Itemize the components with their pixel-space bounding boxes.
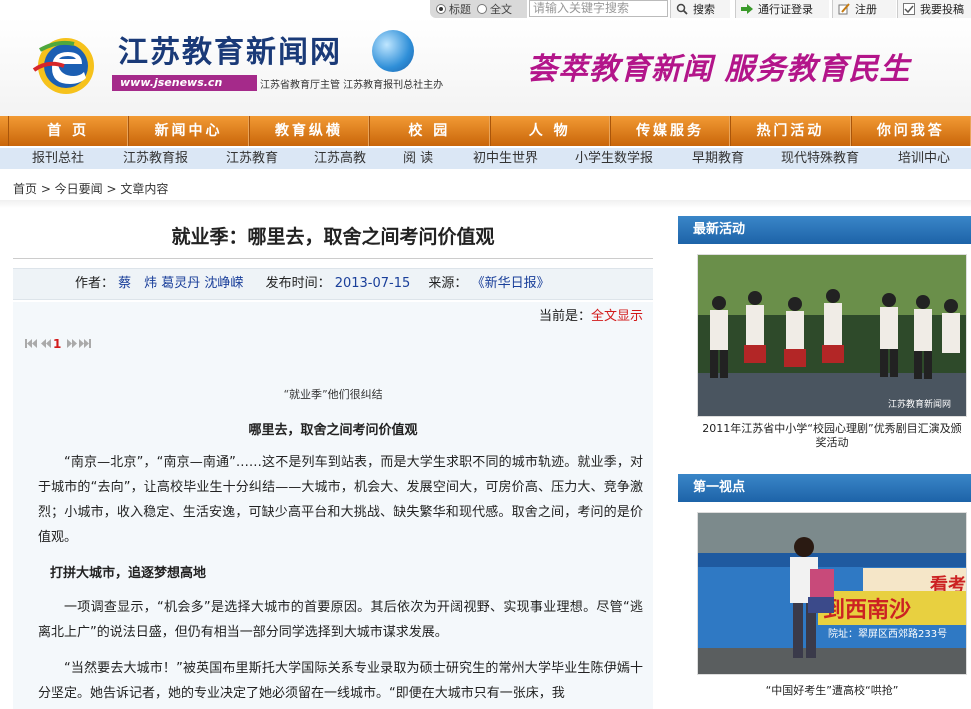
sponsor-text: 江苏省教育厅主管 江苏教育报刊总社主办 <box>260 80 444 91</box>
radio-dot-icon <box>436 4 446 14</box>
site-logo-e-icon[interactable] <box>30 30 100 100</box>
site-header: 江苏教育新闻网 www.jsenews.cn 江苏省教育厅主管 江苏教育报刊总社… <box>0 18 971 116</box>
time-label: 发布时间： <box>265 276 331 291</box>
article-title: 就业季：哪里去，取舍之间考问价值观 <box>171 226 495 248</box>
latest-activities-header[interactable]: 最新活动 <box>678 216 971 244</box>
register-button[interactable]: 注册 <box>832 0 896 18</box>
sub-nav: 报刊总社 江苏教育报 江苏教育 江苏高教 阅 读 初中生世界 小学生数学报 早期… <box>0 147 971 169</box>
nav-media-service[interactable]: 传媒服务 <box>609 116 731 146</box>
subnav-training-center[interactable]: 培训中心 <box>898 148 950 170</box>
subnav-primary-math[interactable]: 小学生数学报 <box>575 148 653 170</box>
search-button-label: 搜索 <box>693 3 715 16</box>
radio-fulltext[interactable]: 全文 <box>477 1 512 17</box>
paragraph-2: 一项调查显示，“机会多”是选择大城市的首要原因。其后依次为开阔视野、实现事业理想… <box>38 600 643 640</box>
nav-campus[interactable]: 校 园 <box>369 116 490 146</box>
passport-login-button[interactable]: 通行证登录 <box>735 0 829 18</box>
source-name[interactable]: 《新华日报》 <box>472 276 550 291</box>
nav-people[interactable]: 人 物 <box>489 116 610 146</box>
article-meta: 作者： 蔡 炜 葛灵丹 沈峥嵘 发布时间： 2013-07-15 来源： 《新华… <box>13 268 653 300</box>
nav-education-overview[interactable]: 教育纵横 <box>248 116 370 146</box>
search-input[interactable]: 请输入关键字搜索 <box>529 0 668 17</box>
site-name[interactable]: 江苏教育新闻网 <box>118 27 342 71</box>
breadcrumb-divider <box>0 200 971 208</box>
login-arrow-icon <box>740 2 754 16</box>
site-slogan: 荟萃教育新闻 服务教育民生 <box>527 52 911 87</box>
paragraph-1: “南京—北京”，“南京—南通”……这不是列车到站表，而是大学生求职不同的城市轨迹… <box>38 455 643 545</box>
submit-article-label: 我要投稿 <box>920 3 964 16</box>
globe-icon <box>372 30 414 72</box>
nav-news-center[interactable]: 新闻中心 <box>128 116 249 146</box>
photo-watermark: 江苏教育新闻网 <box>888 398 951 410</box>
magnifier-icon <box>675 2 689 16</box>
author-names[interactable]: 蔡 炜 葛灵丹 沈峥嵘 <box>118 276 243 291</box>
subnav-jiangsu-edu[interactable]: 江苏教育 <box>226 148 278 170</box>
top-utility-bar: 标题 全文 请输入关键字搜索 搜索 通行证登录 注册 我要投稿 <box>0 0 971 18</box>
publish-time: 2013-07-15 <box>334 276 411 291</box>
nav-home[interactable]: 首 页 <box>8 116 129 146</box>
bus-sign-2: 到西南沙 <box>823 598 911 623</box>
section-heading: 打拼大城市，追逐梦想高地 <box>50 566 207 581</box>
first-view-photo[interactable]: 看考 到西南沙 院址：翠屏区西郊路233号 <box>697 512 967 675</box>
breadcrumb[interactable]: 首页 > 今日要闻 > 文章内容 <box>13 180 168 197</box>
title-divider <box>13 258 653 259</box>
author-label: 作者： <box>75 276 115 291</box>
bus-sign-3: 院址：翠屏区西郊路233号 <box>828 627 947 640</box>
subnav-press-group[interactable]: 报刊总社 <box>32 148 84 170</box>
first-view-header[interactable]: 第一视点 <box>678 474 971 502</box>
radio-title-label: 标题 <box>449 3 471 16</box>
subnav-early-education[interactable]: 早期教育 <box>692 148 744 170</box>
subnav-reading[interactable]: 阅 读 <box>403 148 433 170</box>
submit-article-button[interactable]: 我要投稿 <box>897 0 971 18</box>
latest-activity-photo[interactable]: 江苏教育新闻网 <box>697 254 967 417</box>
main-nav: 首 页 新闻中心 教育纵横 校 园 人 物 传媒服务 热门活动 你问我答 <box>0 116 971 146</box>
register-label: 注册 <box>855 3 877 16</box>
radio-fulltext-label: 全文 <box>490 3 512 16</box>
first-view-caption[interactable]: “中国好考生”遭高校“哄抢” <box>697 684 967 698</box>
pencil-icon <box>837 2 851 16</box>
latest-activity-caption[interactable]: 2011年江苏省中小学“校园心理剧”优秀剧目汇演及颁奖活动 <box>697 422 967 450</box>
article-subhead: 哪里去，取舍之间考问价值观 <box>248 423 418 438</box>
radio-dot-icon <box>477 4 487 14</box>
source-label: 来源： <box>428 276 468 291</box>
paragraph-3: “当然要去大城市！”被英国布里斯托大学国际关系专业录取为硕士研究生的常州大学毕业… <box>38 661 643 701</box>
current-page-indicator: 当前是：全文显示 <box>539 305 643 324</box>
last-page-icon[interactable] <box>79 338 93 351</box>
first-page-icon[interactable] <box>25 338 39 351</box>
pager: 1 <box>25 337 93 351</box>
checkbox-mail-icon <box>902 2 916 16</box>
nav-qa[interactable]: 你问我答 <box>850 116 971 146</box>
next-page-icon[interactable] <box>67 338 78 351</box>
page-number[interactable]: 1 <box>53 337 61 351</box>
subnav-special-education[interactable]: 现代特殊教育 <box>781 148 859 170</box>
subnav-jiangsu-higher-edu[interactable]: 江苏高教 <box>314 148 366 170</box>
site-url: www.jsenews.cn <box>112 75 257 91</box>
photo-caption: “就业季”他们很纠结 <box>283 388 383 401</box>
full-text-link[interactable]: 全文显示 <box>591 309 643 324</box>
radio-title[interactable]: 标题 <box>436 1 471 17</box>
prev-page-icon[interactable] <box>41 338 51 351</box>
article: 就业季：哪里去，取舍之间考问价值观 作者： 蔡 炜 葛灵丹 沈峥嵘 发布时间： … <box>13 210 653 709</box>
subnav-jiangsu-edu-paper[interactable]: 江苏教育报 <box>123 148 188 170</box>
subnav-middle-school-world[interactable]: 初中生世界 <box>473 148 538 170</box>
current-label: 当前是： <box>538 309 591 324</box>
search-scope-group: 标题 全文 <box>430 0 527 18</box>
search-button[interactable]: 搜索 <box>670 0 730 18</box>
passport-login-label: 通行证登录 <box>758 3 813 16</box>
nav-hot-events[interactable]: 热门活动 <box>730 116 851 146</box>
